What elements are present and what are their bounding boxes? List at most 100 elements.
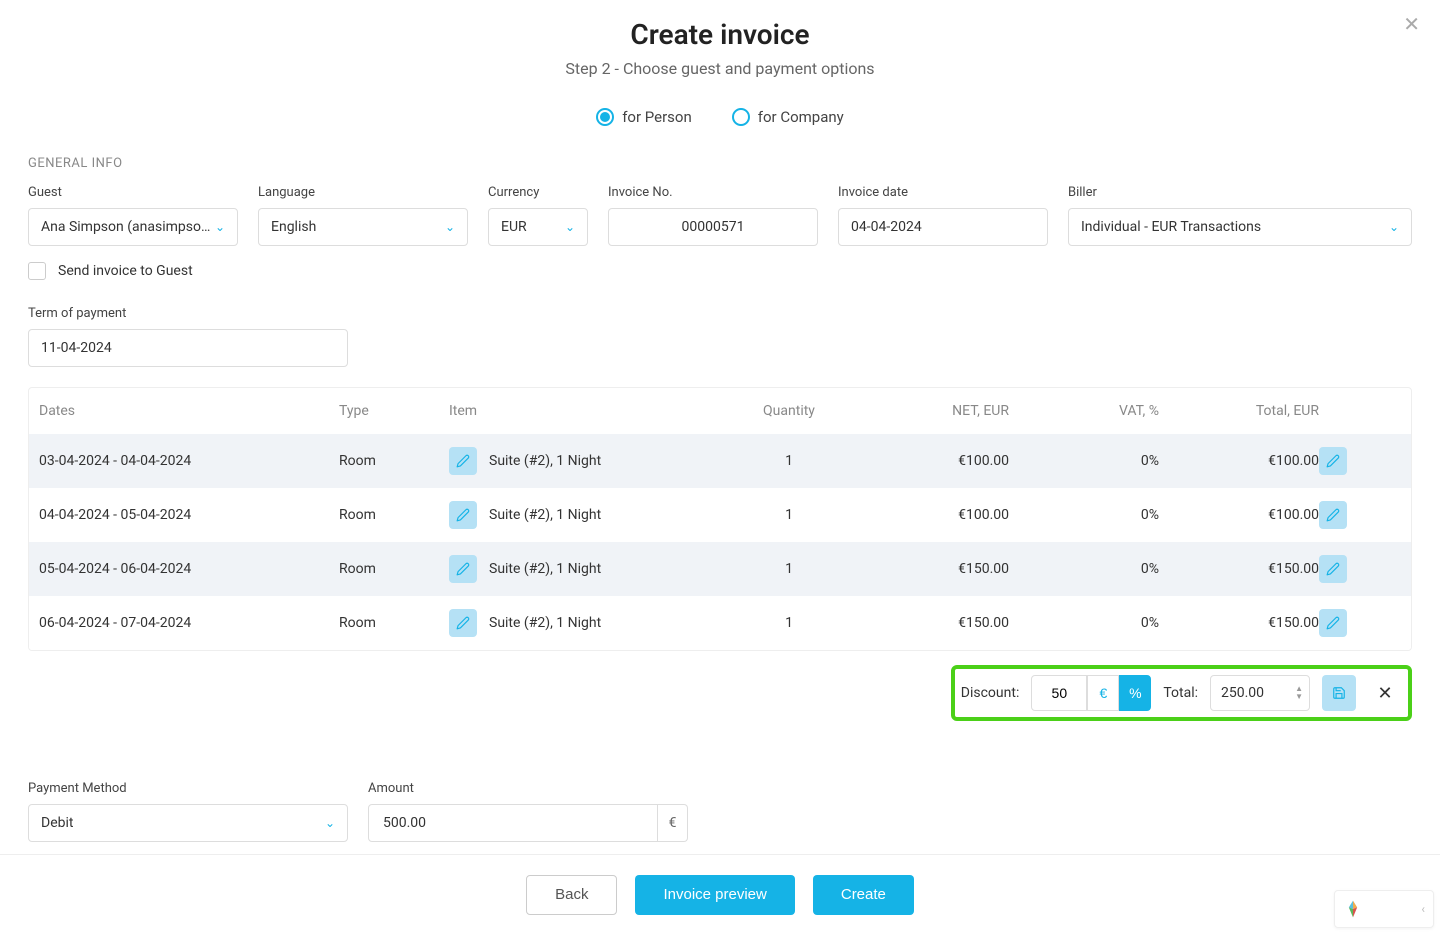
biller-select[interactable]: Individual - EUR Transactions ⌄ [1068,208,1412,246]
td-dates: 06-04-2024 - 07-04-2024 [39,615,339,631]
cancel-discount-button[interactable]: ✕ [1368,675,1402,711]
td-quantity: 1 [719,561,859,577]
label-payment-method: Payment Method [28,781,348,796]
discount-label: Discount: [961,685,1020,701]
section-general-info: GENERAL INFO [28,156,1412,171]
table-row: 03-04-2024 - 04-04-2024RoomSuite (#2), 1… [29,434,1411,488]
td-vat: 0% [1009,615,1159,631]
td-total: €150.00 [1159,561,1319,577]
line-items-table: Dates Type Item Quantity NET, EUR VAT, %… [28,387,1412,651]
td-type: Room [339,507,449,523]
label-invoice-no: Invoice No. [608,185,818,200]
th-vat: VAT, % [1009,403,1159,419]
edit-row-button[interactable] [1319,555,1347,583]
create-button[interactable]: Create [813,875,914,915]
total-value: 250.00 [1221,685,1264,701]
amount-value: 500.00 [383,815,426,831]
total-label: Total: [1163,685,1198,701]
biller-value: Individual - EUR Transactions [1081,219,1261,235]
td-vat: 0% [1009,507,1159,523]
table-row: 05-04-2024 - 06-04-2024RoomSuite (#2), 1… [29,542,1411,596]
total-input[interactable]: 250.00 ▲▼ [1210,675,1310,711]
label-amount: Amount [368,781,688,796]
amount-input[interactable]: 500.00 [368,804,658,842]
td-net: €150.00 [859,615,1009,631]
label-guest: Guest [28,185,238,200]
amount-unit: € [658,804,688,842]
td-type: Room [339,453,449,469]
td-item: Suite (#2), 1 Night [489,507,601,523]
td-vat: 0% [1009,453,1159,469]
edit-row-button[interactable] [1319,609,1347,637]
payment-method-value: Debit [41,815,73,831]
chevron-down-icon: ⌄ [445,220,455,234]
save-icon [1332,686,1346,700]
language-select[interactable]: English ⌄ [258,208,468,246]
page-title: Create invoice [28,18,1412,51]
help-widget[interactable]: ‹ [1334,890,1434,928]
td-quantity: 1 [719,507,859,523]
currency-select[interactable]: EUR ⌄ [488,208,588,246]
discount-unit-percent[interactable]: % [1119,675,1151,711]
label-currency: Currency [488,185,588,200]
edit-item-button[interactable] [449,447,477,475]
guest-value: Ana Simpson (anasimpso… [41,219,210,235]
invoice-preview-button[interactable]: Invoice preview [635,875,794,915]
invoice-date-value: 04-04-2024 [851,219,922,235]
back-button[interactable]: Back [526,875,617,915]
th-item: Item [449,403,719,419]
radio-for-person[interactable]: for Person [596,108,692,126]
close-icon[interactable]: ✕ [1403,12,1420,37]
radio-icon [596,108,614,126]
totals-bar: Discount: € % Total: 250.00 ▲▼ ✕ [951,665,1412,721]
send-invoice-label: Send invoice to Guest [58,263,193,279]
label-language: Language [258,185,468,200]
table-row: 06-04-2024 - 07-04-2024Room Suite (#2), 1… [29,596,1411,650]
td-vat: 0% [1009,561,1159,577]
discount-input[interactable] [1031,675,1087,711]
invoice-no-input[interactable]: 00000571 [608,208,818,246]
radio-label: for Person [622,108,692,126]
language-value: English [271,219,316,235]
edit-item-button[interactable] [449,501,477,529]
save-discount-button[interactable] [1322,675,1356,711]
radio-icon [732,108,750,126]
chevron-down-icon: ⌄ [325,816,335,830]
term-of-payment-input[interactable]: 11-04-2024 [28,329,348,367]
td-dates: 05-04-2024 - 06-04-2024 [39,561,339,577]
discount-unit-euro[interactable]: € [1087,675,1119,711]
td-dates: 04-04-2024 - 05-04-2024 [39,507,339,523]
radio-label: for Company [758,108,844,126]
th-quantity: Quantity [719,403,859,419]
td-net: €100.00 [859,453,1009,469]
edit-row-button[interactable] [1319,501,1347,529]
th-total: Total, EUR [1159,403,1319,419]
td-type: Room [339,615,449,631]
td-total: €100.00 [1159,453,1319,469]
th-dates: Dates [39,403,339,419]
send-invoice-checkbox[interactable] [28,262,46,280]
td-quantity: 1 [719,615,859,631]
edit-item-button[interactable] [449,555,477,583]
td-dates: 03-04-2024 - 04-04-2024 [39,453,339,469]
edit-item-button[interactable] [449,609,477,637]
guest-select[interactable]: Ana Simpson (anasimpso… ⌄ [28,208,238,246]
label-invoice-date: Invoice date [838,185,1048,200]
currency-value: EUR [501,219,527,235]
stepper-icon[interactable]: ▲▼ [1295,685,1303,701]
radio-for-company[interactable]: for Company [732,108,844,126]
td-type: Room [339,561,449,577]
td-quantity: 1 [719,453,859,469]
invoice-date-input[interactable]: 04-04-2024 [838,208,1048,246]
td-net: €150.00 [859,561,1009,577]
footer-bar: Back Invoice preview Create [0,854,1440,934]
payment-method-select[interactable]: Debit ⌄ [28,804,348,842]
chevron-down-icon: ⌄ [565,220,575,234]
widget-logo-icon [1343,899,1363,919]
table-row: 04-04-2024 - 05-04-2024Room Suite (#2), 1… [29,488,1411,542]
th-type: Type [339,403,449,419]
td-item: Suite (#2), 1 Night [489,615,601,631]
edit-row-button[interactable] [1319,447,1347,475]
chevron-down-icon: ⌄ [1389,220,1399,234]
label-term-of-payment: Term of payment [28,306,348,321]
